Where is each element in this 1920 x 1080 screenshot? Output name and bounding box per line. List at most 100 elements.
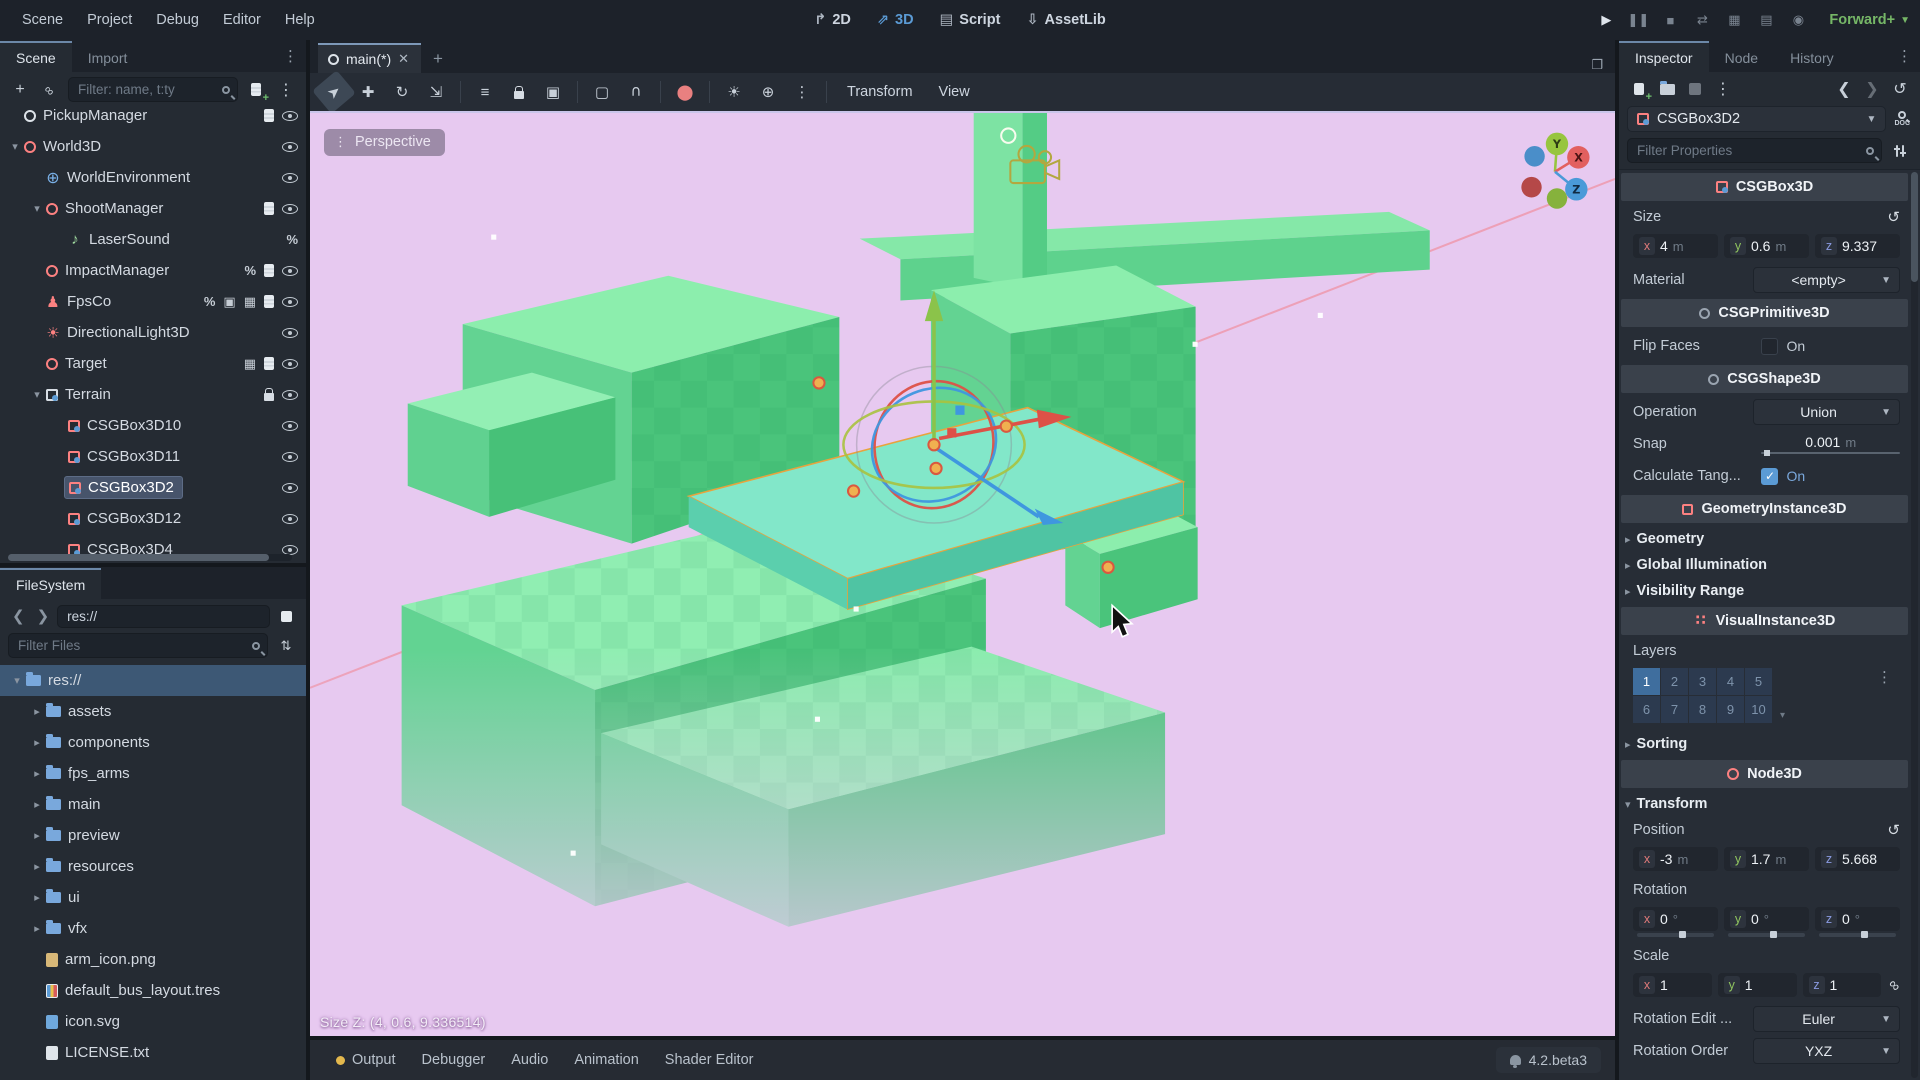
visibility-eye-icon[interactable]: [282, 544, 298, 555]
scale-tool-button[interactable]: ⇲: [420, 77, 452, 107]
vector-field-x[interactable]: x -3 m: [1633, 847, 1718, 871]
menu-editor[interactable]: Editor: [211, 7, 273, 33]
layer-cell-9[interactable]: 9: [1717, 696, 1744, 723]
expander-icon[interactable]: ▸: [28, 767, 46, 780]
fs-item-ui[interactable]: ▸ ui: [0, 882, 306, 913]
scene-tree-hscrollbar[interactable]: [8, 554, 292, 561]
play-custom-scene-button[interactable]: ▤: [1751, 7, 1781, 33]
fs-item-arm-icon-png[interactable]: arm_icon.png: [0, 944, 306, 975]
group-visibility-range[interactable]: ▸ Visibility Range: [1619, 578, 1910, 604]
group-node-button[interactable]: ▣: [537, 77, 569, 107]
group-geometry[interactable]: ▸ Geometry: [1619, 526, 1910, 552]
attach-script-button[interactable]: [244, 78, 269, 104]
snap-toggle-button[interactable]: ∪: [620, 77, 652, 107]
tree-node-csgbox3d12[interactable]: CSGBox3D12: [0, 503, 306, 534]
current-path[interactable]: res://: [57, 604, 270, 628]
notification-bell-icon[interactable]: [1509, 1055, 1521, 1068]
rotation-slider[interactable]: [1637, 931, 1714, 938]
object-selector[interactable]: CSGBox3D2 ▼: [1627, 106, 1887, 132]
new-scene-tab-button[interactable]: +: [421, 45, 455, 73]
tree-node-worldenvironment[interactable]: ⊕ WorldEnvironment: [0, 162, 306, 193]
history-forward-button[interactable]: ❯: [1860, 77, 1884, 101]
layers-menu-button[interactable]: ⋮: [1869, 668, 1900, 686]
context-tab-script[interactable]: ▤ Script: [930, 8, 1011, 32]
dropdown-operation[interactable]: Union ▼: [1753, 399, 1900, 425]
expander-icon[interactable]: ▸: [28, 798, 46, 811]
expander-icon[interactable]: ▾: [8, 674, 26, 687]
new-resource-button[interactable]: [1627, 77, 1652, 103]
add-node-button[interactable]: +: [8, 78, 32, 102]
visibility-eye-icon[interactable]: [282, 327, 298, 338]
load-resource-button[interactable]: [1655, 77, 1679, 101]
vector-field-z[interactable]: z 0 °: [1815, 907, 1900, 931]
stop-button[interactable]: ■: [1655, 7, 1685, 33]
pause-button[interactable]: ❚❚: [1623, 7, 1653, 33]
context-tab-3d[interactable]: ⇗ 3D: [867, 8, 924, 32]
layer-cell-1[interactable]: 1: [1633, 668, 1660, 695]
play-scene-button[interactable]: ▦: [1719, 7, 1749, 33]
menu-project[interactable]: Project: [75, 7, 144, 33]
close-icon[interactable]: ✕: [398, 51, 409, 67]
visibility-eye-icon[interactable]: [282, 358, 298, 369]
visibility-eye-icon[interactable]: [282, 389, 298, 400]
tree-node-csgbox3d10[interactable]: CSGBox3D10: [0, 410, 306, 441]
clapper-icon[interactable]: ▦: [244, 294, 256, 310]
save-resource-button[interactable]: [1683, 77, 1707, 101]
fs-item-assets[interactable]: ▸ assets: [0, 696, 306, 727]
rotation-slider[interactable]: [1819, 931, 1896, 938]
bottom-tab-animation[interactable]: Animation: [562, 1046, 650, 1074]
vector-field-y[interactable]: y 0 °: [1724, 907, 1809, 931]
tree-node-shootmanager[interactable]: ▾ ShootManager: [0, 193, 306, 224]
expander-icon[interactable]: ▸: [28, 860, 46, 873]
viewport-menu-view[interactable]: View: [927, 79, 982, 105]
tab-filesystem[interactable]: FileSystem: [0, 568, 102, 599]
scene-filter-input[interactable]: [68, 77, 238, 102]
script-badge-icon[interactable]: [264, 357, 274, 370]
tree-node-pickupmanager[interactable]: PickupManager: [0, 107, 306, 131]
fs-item-vfx[interactable]: ▸ vfx: [0, 913, 306, 944]
tree-node-target[interactable]: Target ▦: [0, 348, 306, 379]
expander-icon[interactable]: ▸: [28, 891, 46, 904]
visibility-eye-icon[interactable]: [282, 203, 298, 214]
section-header-geometryinstance3d[interactable]: GeometryInstance3D: [1621, 495, 1908, 523]
perspective-menu-button[interactable]: ⋮ Perspective: [324, 129, 445, 156]
viewport-menu-transform[interactable]: Transform: [835, 79, 925, 105]
tree-node-csgbox3d11[interactable]: CSGBox3D11: [0, 441, 306, 472]
tab-inspector[interactable]: Inspector: [1619, 41, 1709, 72]
section-header-node3d[interactable]: Node3D: [1621, 760, 1908, 788]
tab-import[interactable]: Import: [72, 41, 144, 72]
tree-node-fpsco[interactable]: ♟ FpsCo% ▣ ▦: [0, 286, 306, 317]
vector-field-y[interactable]: y 1.7 m: [1724, 847, 1809, 871]
visibility-eye-icon[interactable]: [282, 451, 298, 462]
filesystem-filter-input[interactable]: [8, 633, 268, 658]
vector-field-x[interactable]: x1: [1633, 973, 1712, 997]
fs-item-main[interactable]: ▸ main: [0, 789, 306, 820]
section-header-csgprimitive3d[interactable]: CSGPrimitive3D: [1621, 299, 1908, 327]
layer-cell-6[interactable]: 6: [1633, 696, 1660, 723]
lock-node-button[interactable]: [503, 77, 535, 107]
script-badge-icon[interactable]: [264, 202, 274, 215]
vector-field-y[interactable]: y1: [1717, 973, 1797, 997]
preview-environment-button[interactable]: ⊕: [752, 77, 784, 107]
slot-icon[interactable]: ▣: [223, 294, 235, 310]
expander-icon[interactable]: ▾: [28, 388, 46, 401]
revert-icon[interactable]: ↺: [1887, 821, 1900, 839]
expander-icon[interactable]: ▸: [28, 736, 46, 749]
checkbox[interactable]: ✓: [1761, 467, 1779, 485]
rotate-tool-button[interactable]: ↻: [386, 77, 418, 107]
visibility-eye-icon[interactable]: [282, 265, 298, 276]
vector-field-z[interactable]: z 9.337: [1815, 234, 1900, 258]
visibility-eye-icon[interactable]: [282, 110, 298, 121]
fs-item-fps-arms[interactable]: ▸ fps_arms: [0, 758, 306, 789]
context-tab-2d[interactable]: ↱ 2D: [804, 8, 861, 32]
layer-cell-8[interactable]: 8: [1689, 696, 1716, 723]
tree-node-terrain[interactable]: ▾ Terrain: [0, 379, 306, 410]
dropdown-rotation-edit-[interactable]: Euler ▼: [1753, 1006, 1900, 1032]
layer-cell-7[interactable]: 7: [1661, 696, 1688, 723]
expander-icon[interactable]: ▾: [28, 202, 46, 215]
tab-node[interactable]: Node: [1709, 41, 1774, 72]
expand-viewport-button[interactable]: ❒: [1579, 57, 1615, 73]
lock-icon[interactable]: [264, 388, 274, 401]
vector-field-z[interactable]: z 5.668: [1815, 847, 1900, 871]
visibility-eye-icon[interactable]: [282, 513, 298, 524]
